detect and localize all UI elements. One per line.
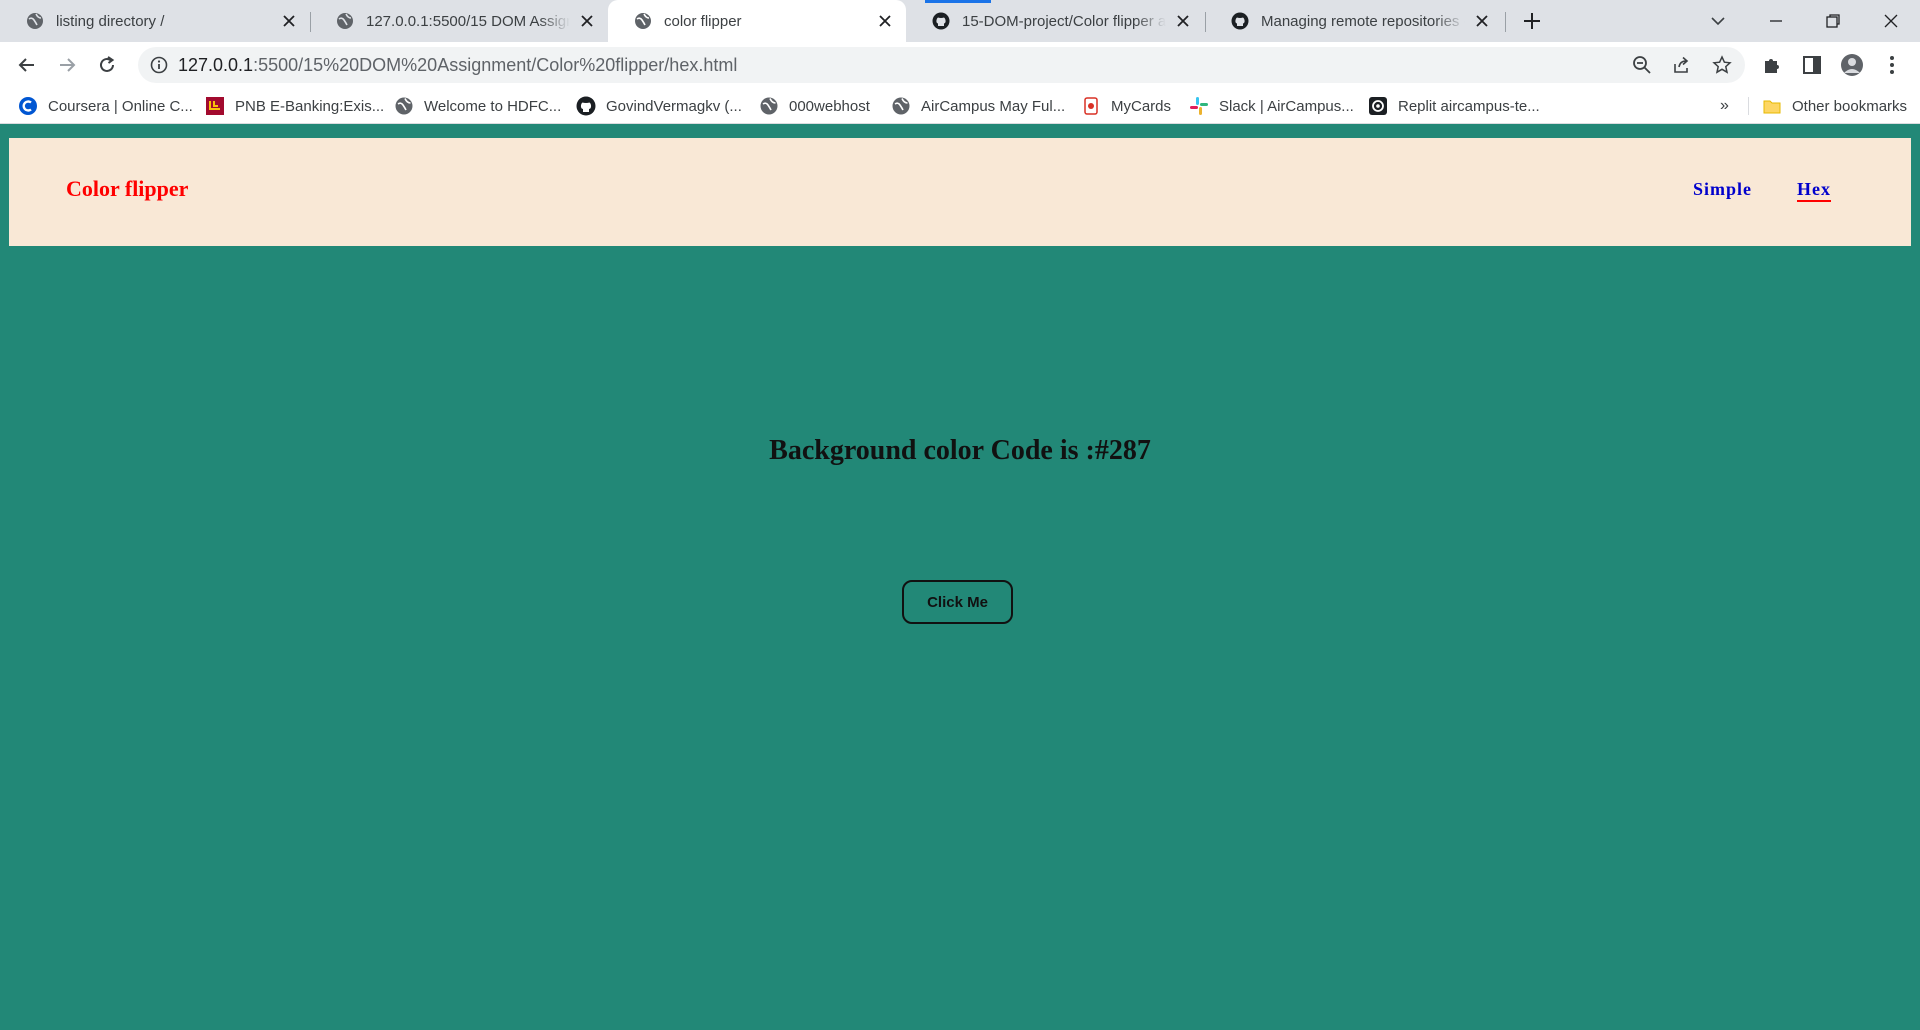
bookmark-slack[interactable]: Slack | AirCampus...	[1189, 88, 1354, 124]
tab-managing-remotes[interactable]: Managing remote repositories - GitHub	[1205, 0, 1503, 42]
folder-icon	[1763, 100, 1781, 114]
browser-toolbar: 127.0.0.1:5500/15%20DOM%20Assignment/Col…	[0, 42, 1920, 88]
close-icon[interactable]	[580, 14, 594, 28]
tab-github-project[interactable]: 15-DOM-project/Color flipper at	[906, 0, 1204, 42]
forward-arrow-icon[interactable]	[55, 53, 79, 77]
url-path: :5500/15%20DOM%20Assignment/Color%20flip…	[253, 55, 738, 75]
bookmark-label: PNB E-Banking:Exis...	[235, 97, 385, 115]
bookmark-hdfc[interactable]: Welcome to HDFC...	[394, 88, 561, 124]
tab-title: 15-DOM-project/Color flipper at	[962, 12, 1166, 30]
bookmark-replit[interactable]: Replit aircampus-te...	[1368, 88, 1540, 124]
bookmark-coursera[interactable]: Coursera | Online C...	[18, 88, 193, 124]
pnb-icon	[206, 97, 224, 115]
tab-title: Managing remote repositories - GitHub	[1261, 12, 1465, 30]
bookmark-github-profile[interactable]: GovindVermagkv (...	[576, 88, 742, 124]
close-window-icon[interactable]	[1880, 10, 1902, 32]
color-code-heading: Background color Code is :#287	[0, 435, 1920, 467]
bookmarks-divider	[1748, 97, 1749, 115]
github-icon	[1231, 12, 1249, 30]
nav-link-hex[interactable]: Hex	[1797, 179, 1831, 202]
bookmark-label: AirCampus May Ful...	[921, 97, 1066, 115]
address-bar[interactable]: 127.0.0.1:5500/15%20DOM%20Assignment/Col…	[138, 47, 1745, 83]
github-icon	[932, 12, 950, 30]
bookmark-label: Other bookmarks	[1792, 97, 1908, 115]
url-host: 127.0.0.1	[178, 55, 254, 75]
bookmark-pnb[interactable]: PNB E-Banking:Exis...	[205, 88, 384, 124]
nav-link-simple[interactable]: Simple	[1693, 179, 1752, 200]
bookmark-label: MyCards	[1111, 97, 1172, 115]
navbar: Color flipper Simple Hex	[9, 138, 1911, 246]
tab-color-flipper[interactable]: color flipper	[608, 0, 906, 42]
globe-icon	[337, 13, 353, 29]
bookmarks-bar: Coursera | Online C... PNB E-Banking:Exi…	[0, 88, 1920, 124]
back-arrow-icon[interactable]	[15, 53, 39, 77]
bookmark-other-bookmarks[interactable]: Other bookmarks	[1762, 88, 1907, 124]
github-icon	[576, 96, 596, 116]
bookmark-label: Coursera | Online C...	[48, 97, 193, 115]
close-icon[interactable]	[1176, 14, 1190, 28]
zoom-out-icon[interactable]	[1632, 55, 1652, 75]
slack-icon	[1190, 97, 1208, 115]
bookmark-label: 000webhost	[789, 97, 870, 115]
close-icon[interactable]	[878, 14, 892, 28]
color-code-value: #287	[1094, 435, 1151, 466]
bookmark-label: Welcome to HDFC...	[424, 97, 562, 115]
reload-icon[interactable]	[95, 53, 119, 77]
coursera-icon	[19, 97, 37, 115]
replit-icon	[1369, 97, 1387, 115]
restore-icon[interactable]	[1822, 10, 1844, 32]
page-viewport: Color flipper Simple Hex Background colo…	[0, 125, 1920, 1030]
url-text[interactable]: 127.0.0.1:5500/15%20DOM%20Assignment/Col…	[178, 47, 737, 83]
bookmark-label: GovindVermagkv (...	[606, 97, 742, 115]
close-icon[interactable]	[1475, 14, 1489, 28]
tab-separator	[1505, 12, 1506, 32]
bookmark-000webhost[interactable]: 000webhost	[759, 88, 870, 124]
bookmarks-overflow-button[interactable]: »	[1720, 97, 1729, 115]
tab-search-chevron-icon[interactable]	[1707, 10, 1729, 32]
tab-title: color flipper	[664, 12, 742, 30]
bookmark-aircampus[interactable]: AirCampus May Ful...	[891, 88, 1065, 124]
extensions-icon[interactable]	[1760, 53, 1784, 77]
globe-icon	[27, 13, 43, 29]
menu-kebab-icon[interactable]	[1880, 53, 1904, 77]
globe-icon	[635, 13, 651, 29]
side-panel-icon[interactable]	[1800, 53, 1824, 77]
tab-title: listing directory /	[56, 12, 165, 30]
close-icon[interactable]	[282, 14, 296, 28]
tab-strip: listing directory / 127.0.0.1:5500/15 DO…	[0, 0, 1920, 42]
globe-icon	[760, 97, 778, 115]
bookmark-mycards[interactable]: MyCards	[1081, 88, 1171, 124]
color-code-label: Background color Code is :	[769, 435, 1095, 466]
minimize-icon[interactable]	[1765, 10, 1787, 32]
bookmark-label: Replit aircampus-te...	[1398, 97, 1540, 115]
bookmark-star-icon[interactable]	[1712, 55, 1732, 75]
site-info-icon[interactable]	[150, 56, 168, 74]
bookmark-label: Slack | AirCampus...	[1219, 97, 1354, 115]
globe-icon	[892, 97, 910, 115]
tab-title: 127.0.0.1:5500/15 DOM Assignment	[366, 12, 570, 30]
tab-dom-assignment[interactable]: 127.0.0.1:5500/15 DOM Assignment	[310, 0, 608, 42]
mycards-icon	[1084, 97, 1098, 115]
new-tab-icon[interactable]	[1521, 10, 1543, 32]
globe-icon	[395, 97, 413, 115]
click-me-button[interactable]: Click Me	[902, 580, 1013, 624]
brand-title: Color flipper	[66, 176, 189, 201]
share-icon[interactable]	[1672, 55, 1692, 75]
tab-listing-directory[interactable]: listing directory /	[0, 0, 310, 42]
profile-avatar-icon[interactable]	[1840, 53, 1864, 77]
